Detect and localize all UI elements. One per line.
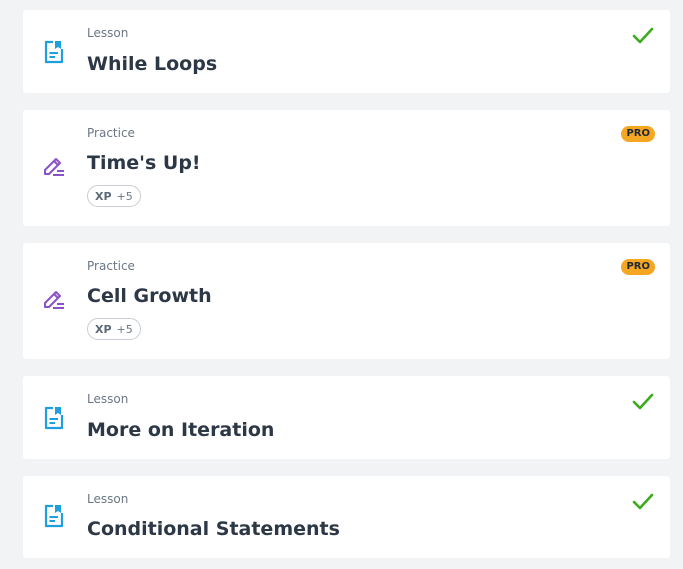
item-title: Cell Growth bbox=[87, 285, 212, 307]
lesson-document-icon bbox=[41, 39, 67, 65]
item-title: While Loops bbox=[87, 53, 218, 75]
item-title: Conditional Statements bbox=[87, 518, 340, 540]
checkmark-icon bbox=[632, 493, 654, 511]
checkmark-icon bbox=[632, 393, 654, 411]
xp-value: +5 bbox=[116, 189, 133, 203]
item-type-label: Practice bbox=[87, 259, 135, 273]
xp-label: XP bbox=[95, 322, 112, 336]
pro-badge: PRO bbox=[621, 259, 655, 275]
practice-pencil-icon bbox=[41, 154, 67, 180]
lesson-card-while-loops[interactable]: Lesson While Loops bbox=[23, 10, 670, 93]
item-type-label: Lesson bbox=[87, 26, 129, 40]
practice-card-times-up[interactable]: Practice Time's Up! PRO XP +5 bbox=[23, 110, 670, 226]
checkmark-icon bbox=[632, 27, 654, 45]
lesson-document-icon bbox=[41, 405, 67, 431]
lesson-card-more-on-iteration[interactable]: Lesson More on Iteration bbox=[23, 376, 670, 459]
item-type-label: Lesson bbox=[87, 392, 129, 406]
pro-badge: PRO bbox=[621, 126, 655, 142]
xp-badge: XP +5 bbox=[87, 318, 141, 340]
item-type-label: Lesson bbox=[87, 492, 129, 506]
item-type-label: Practice bbox=[87, 126, 135, 140]
practice-pencil-icon bbox=[41, 287, 67, 313]
item-title: Time's Up! bbox=[87, 152, 201, 174]
lesson-card-conditional-statements[interactable]: Lesson Conditional Statements bbox=[23, 476, 670, 558]
xp-badge: XP +5 bbox=[87, 185, 141, 207]
xp-label: XP bbox=[95, 189, 112, 203]
practice-card-cell-growth[interactable]: Practice Cell Growth PRO XP +5 bbox=[23, 243, 670, 359]
xp-value: +5 bbox=[116, 322, 133, 336]
item-title: More on Iteration bbox=[87, 419, 275, 441]
lesson-document-icon bbox=[41, 503, 67, 529]
